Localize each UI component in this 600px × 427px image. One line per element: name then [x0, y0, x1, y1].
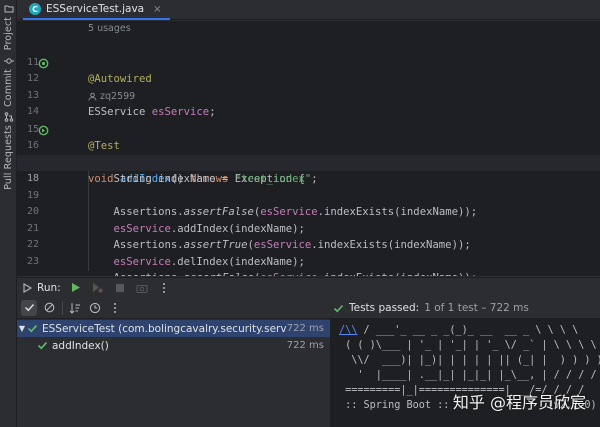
- run-icon: [21, 282, 33, 294]
- code-line: 11 @Autowired: [17, 38, 600, 55]
- stop-button[interactable]: [113, 281, 127, 295]
- code-line: 23 Assertions.assertFalse(esService.inde…: [17, 237, 600, 254]
- close-run-button[interactable]: [135, 281, 149, 295]
- console-line: ' |____| .__|_| |_|_| |_\__, | / / / /: [339, 368, 597, 383]
- code-line: 22 esService.delIndex(indexName);: [17, 221, 600, 238]
- pass-check-icon: [27, 323, 38, 334]
- code-line: 21 Assertions.assertTrue(esService.index…: [17, 204, 600, 221]
- bean-navigation-icon[interactable]: [38, 58, 49, 69]
- run-test-gutter-icon[interactable]: [38, 125, 49, 136]
- project-tool-label: Project: [3, 17, 14, 50]
- left-tool-strip: Project Commit Pull Requests: [0, 0, 17, 427]
- tests-passed-detail: 1 of 1 test – 722 ms: [424, 302, 529, 314]
- commit-tool-label: Commit: [3, 69, 14, 107]
- sort-by-duration-button[interactable]: [87, 300, 103, 316]
- sort-icon: [69, 302, 81, 314]
- editor-tab-esservicetest[interactable]: C ESServiceTest.java ×: [23, 0, 170, 20]
- code-line: 19 Assertions.assertFalse(esService.inde…: [17, 171, 600, 188]
- code-line: 16 void addIndex() throws Exception {: [17, 122, 600, 139]
- camera-icon: [136, 282, 148, 294]
- console-line-rest: / ___'_ __ _ _(_)_ __ __ _ \ \ \ \: [357, 325, 578, 336]
- expand-arrow-icon[interactable]: ▼: [17, 324, 27, 333]
- run-panel-title: Run:: [37, 282, 61, 294]
- usages-hint[interactable]: 5 usages: [88, 23, 131, 34]
- pass-check-icon: [37, 340, 48, 351]
- editor-tab-bar: C ESServiceTest.java ×: [17, 0, 600, 20]
- test-method-label: addIndex(): [52, 340, 287, 352]
- cancel-circle-icon: [44, 302, 55, 313]
- code-line: }: [17, 254, 600, 271]
- console-link[interactable]: /\\: [339, 325, 357, 336]
- test-class-time: 722 ms: [287, 323, 330, 334]
- test-method-time: 722 ms: [287, 340, 330, 351]
- stop-icon: [115, 283, 125, 293]
- code-line: 14: [17, 88, 600, 105]
- show-passed-toggle[interactable]: [21, 300, 37, 316]
- checkmark-icon: [24, 302, 35, 313]
- test-method-row[interactable]: addIndex() 722 ms: [17, 337, 330, 354]
- pull-request-icon: [4, 112, 14, 122]
- pull-requests-tool-tab[interactable]: Pull Requests: [1, 112, 16, 190]
- more-options-button[interactable]: [157, 281, 171, 295]
- code-line-current: 18: [17, 155, 600, 172]
- more-vertical-icon: [109, 302, 121, 314]
- toolbar-separator: [62, 301, 63, 315]
- test-class-row[interactable]: ▼ ESServiceTest (com.bolingcavalry.secur…: [17, 320, 330, 337]
- code-editor[interactable]: 5 usages 11 @Autowired 12 ESService esSe…: [17, 21, 600, 276]
- tests-passed-label: Tests passed:: [349, 302, 419, 314]
- class-c-icon: C: [29, 3, 41, 15]
- pull-requests-tool-label: Pull Requests: [3, 125, 14, 190]
- code-line: 13: [17, 71, 600, 88]
- watermark: 知乎 @程序员欣宸: [453, 389, 586, 413]
- project-tool-tab[interactable]: Project: [1, 4, 16, 50]
- console-line: /\\ / ___'_ __ _ _(_)_ __ __ _ \ \ \ \: [339, 323, 578, 338]
- folder-icon: [4, 4, 14, 14]
- code-line: 12 ESService esService;: [17, 55, 600, 72]
- rerun-failed-button[interactable]: [91, 281, 105, 295]
- pass-check-icon: [333, 303, 344, 314]
- code-line: 17 String indexName = "test_index";: [17, 138, 600, 155]
- play-icon: [70, 282, 81, 293]
- console-line: ( ( )\___ | '_ | '_| | '_ \/ _` | \ \ \ …: [339, 338, 597, 353]
- test-summary: Tests passed: 1 of 1 test – 722 ms: [333, 297, 529, 319]
- commit-icon: [4, 56, 14, 66]
- test-results-tree: ▼ ESServiceTest (com.bolingcavalry.secur…: [17, 319, 330, 427]
- run-panel-header: Run:: [17, 277, 600, 297]
- editor-tab-label: ESServiceTest.java: [46, 3, 144, 15]
- rerun-failed-icon: [92, 282, 103, 293]
- test-options-button[interactable]: [107, 300, 123, 316]
- close-icon[interactable]: ×: [153, 4, 161, 15]
- rerun-button[interactable]: [69, 281, 83, 295]
- sort-button[interactable]: [67, 300, 83, 316]
- show-ignored-toggle[interactable]: [41, 300, 57, 316]
- console-line: \\/ ___)| |_)| | | | | || (_| | ) ) ) ): [339, 353, 600, 368]
- commit-tool-tab[interactable]: Commit: [1, 56, 16, 107]
- code-line: 20 esService.addIndex(indexName);: [17, 188, 600, 205]
- test-class-label: ESServiceTest (com.bolingcavalry.securit…: [42, 323, 287, 335]
- more-vertical-icon: [158, 282, 170, 294]
- code-line: 15 @Test: [17, 105, 600, 122]
- clock-icon: [89, 302, 101, 314]
